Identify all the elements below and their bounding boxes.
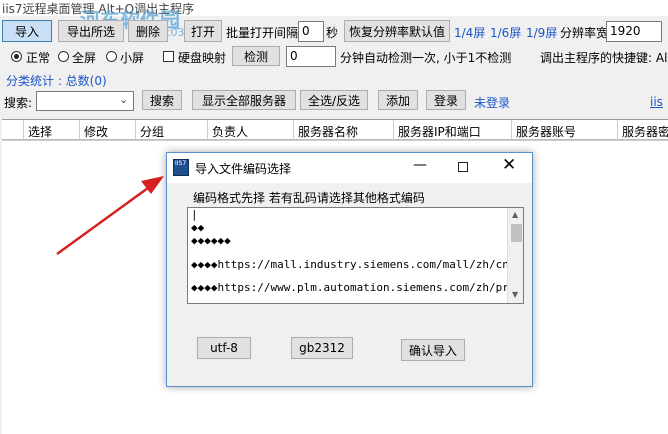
vertical-scroll-thumb[interactable] [511, 224, 522, 242]
encoding-dialog: IIS7 导入文件编码选择 — ✕ 编码格式先择 若有乱码请选择其他格式编码 |… [166, 152, 533, 387]
close-icon[interactable]: ✕ [502, 155, 516, 175]
preview-line: ◆◆ [191, 221, 205, 234]
utf8-button[interactable]: utf-8 [197, 337, 251, 359]
file-preview-textarea[interactable]: | ◆◆ ◆◆◆◆◆◆ ◆◆◆◆https://mall.industry.si… [187, 207, 524, 304]
preview-line: ◆◆◆◆https://mall.industry.siemens.com/ma… [191, 258, 524, 271]
preview-line: ◆◆◆◆◆◆ [191, 234, 231, 247]
preview-line: ◆◆◆◆https://www.plm.automation.siemens.c… [191, 281, 524, 294]
gb2312-button[interactable]: gb2312 [291, 337, 353, 359]
confirm-import-button[interactable]: 确认导入 [401, 339, 465, 361]
encoding-prompt: 编码格式先择 若有乱码请选择其他格式编码 [193, 191, 425, 205]
app-logo-text: IIS7 [175, 160, 187, 167]
preview-caret: | [191, 208, 198, 221]
maximize-icon[interactable] [458, 162, 468, 172]
minimize-icon[interactable]: — [413, 157, 427, 173]
app-logo-icon: IIS7 [173, 159, 189, 176]
dialog-title: 导入文件编码选择 [195, 162, 292, 176]
scroll-up-icon[interactable]: ▲ [512, 210, 518, 219]
scroll-down-icon[interactable]: ▼ [512, 290, 518, 299]
vertical-scrollbar[interactable]: ▲ ▼ [507, 208, 523, 303]
dialog-title-bar: IIS7 导入文件编码选择 — ✕ [167, 153, 532, 183]
